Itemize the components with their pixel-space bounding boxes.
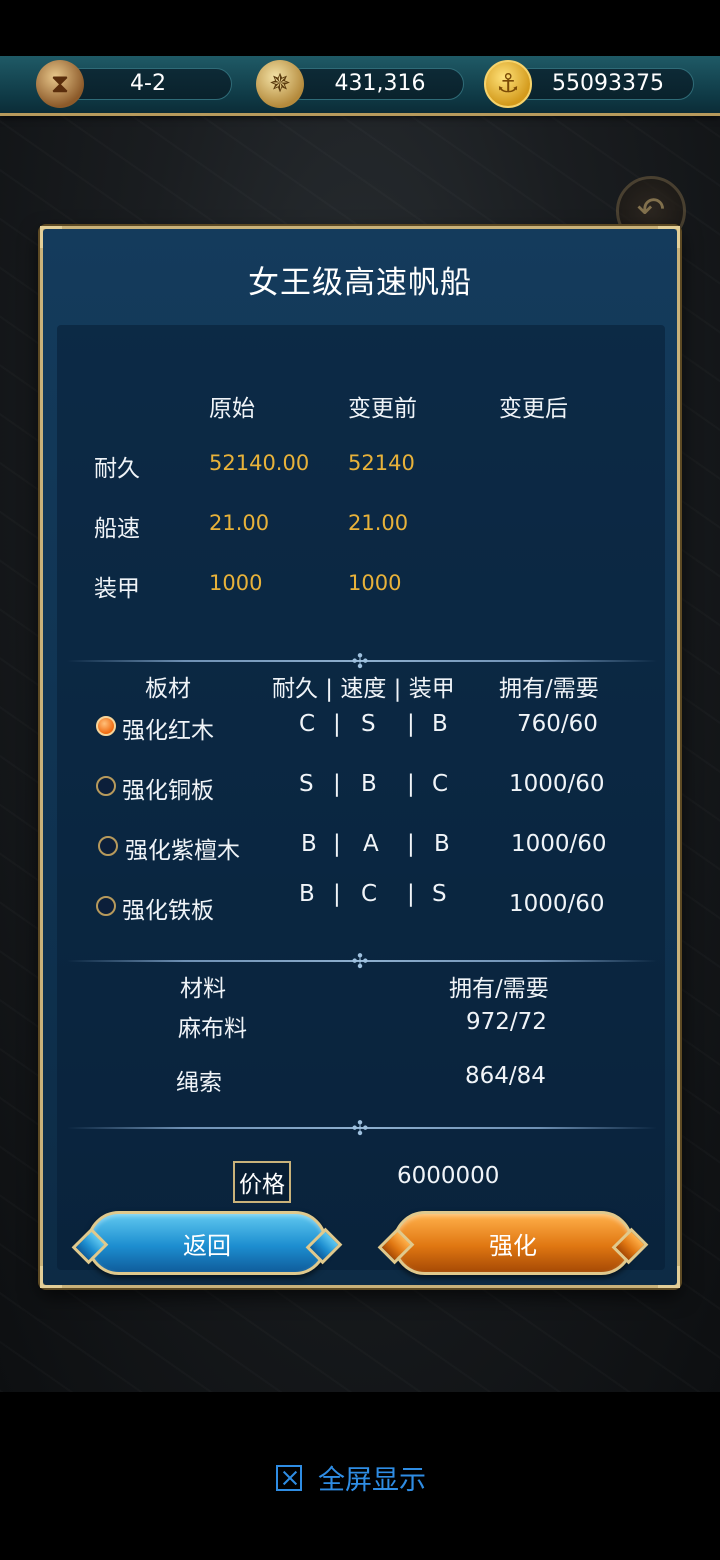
board-radio-rosewood[interactable]: [98, 836, 118, 856]
divider-ornament-icon: ✣: [351, 1116, 369, 1140]
grade-separator: |: [333, 881, 341, 907]
board-grade-speed: S: [361, 711, 376, 737]
fullscreen-icon: [276, 1464, 302, 1491]
grade-separator: |: [407, 881, 415, 907]
stat-speed-original: 21.00: [209, 511, 270, 535]
board-own-need: 1000/60: [509, 891, 605, 917]
gold-value: 55093375: [552, 71, 664, 96]
stats-header-original: 原始: [209, 396, 255, 422]
board-grade-armor: B: [432, 711, 448, 737]
board-name: 强化紫檀木: [125, 838, 240, 864]
board-name: 强化铁板: [122, 898, 214, 924]
divider-ornament-icon: ✣: [351, 649, 369, 673]
grade-separator: |: [333, 771, 341, 797]
price-value: 6000000: [397, 1163, 500, 1189]
stat-speed-before: 21.00: [348, 511, 409, 535]
board-grade-armor: S: [432, 881, 447, 907]
board-radio-copper[interactable]: [96, 776, 116, 796]
board-own-need: 760/60: [517, 711, 598, 737]
grade-separator: |: [407, 771, 415, 797]
stat-durability-before: 52140: [348, 451, 415, 475]
frame-corner: [40, 226, 62, 248]
divider-ornament-icon: ✣: [351, 949, 369, 973]
board-grade-durability: S: [299, 771, 314, 797]
anchor-coin-icon: ⚓: [484, 60, 532, 108]
status-bar: [0, 0, 720, 56]
compass-pill: 431,316: [286, 68, 464, 100]
board-grade-armor: C: [432, 771, 449, 797]
stat-label-speed: 船速: [94, 516, 140, 542]
grade-separator: |: [407, 831, 415, 857]
board-name: 强化铜板: [122, 778, 214, 804]
board-own-need: 1000/60: [509, 771, 605, 797]
material-own-need: 972/72: [466, 1009, 547, 1035]
frame-corner: [658, 226, 680, 248]
board-grade-durability: B: [301, 831, 317, 857]
boards-header-name: 板材: [145, 676, 191, 702]
board-grade-speed: C: [361, 881, 378, 907]
fullscreen-label: 全屏显示: [318, 1465, 426, 1496]
material-own-need: 864/84: [465, 1063, 546, 1089]
board-grade-durability: C: [299, 711, 316, 737]
board-radio-redwood[interactable]: [96, 716, 116, 736]
board-grade-speed: B: [361, 771, 377, 797]
hourglass-icon: ⧗: [36, 60, 84, 108]
stat-durability-original: 52140.00: [209, 451, 310, 475]
bottom-bar: 全屏显示: [0, 1392, 720, 1560]
fullscreen-button[interactable]: 全屏显示: [276, 1458, 426, 1497]
boards-header-own-need: 拥有/需要: [499, 676, 599, 702]
price-label: 价格: [233, 1161, 291, 1203]
material-name: 麻布料: [178, 1016, 247, 1042]
boards-header-attrs: 耐久 | 速度 | 装甲: [272, 676, 455, 702]
game-viewport: 4-2 ⧗ 431,316 ✵ 55093375 ⚓ ↶ 女王级高速帆船 原始 …: [0, 56, 720, 1392]
material-name: 绳索: [176, 1070, 222, 1096]
back-button-label: 返回: [183, 1231, 231, 1260]
back-button[interactable]: 返回: [87, 1211, 327, 1275]
board-own-need: 1000/60: [511, 831, 607, 857]
stats-header-after: 变更后: [499, 396, 568, 422]
level-pill: 4-2: [64, 68, 232, 100]
stats-header-before: 变更前: [348, 396, 417, 422]
compass-icon: ✵: [256, 60, 304, 108]
materials-header-name: 材料: [180, 976, 226, 1002]
level-value: 4-2: [130, 71, 166, 96]
enhance-button-label: 强化: [489, 1231, 537, 1260]
board-grade-speed: A: [363, 831, 379, 857]
resource-bar: 4-2 ⧗ 431,316 ✵ 55093375 ⚓: [0, 56, 720, 116]
compass-value: 431,316: [334, 71, 426, 96]
stat-armor-original: 1000: [209, 571, 263, 595]
board-grade-armor: B: [434, 831, 450, 857]
dialog-title: 女王级高速帆船: [248, 265, 472, 301]
enhance-button[interactable]: 强化: [393, 1211, 633, 1275]
enhance-dialog: 女王级高速帆船 原始 变更前 变更后 耐久 52140.00 52140 船速 …: [40, 226, 680, 1288]
grade-separator: |: [333, 831, 341, 857]
grade-separator: |: [407, 711, 415, 737]
materials-header-own-need: 拥有/需要: [449, 976, 549, 1002]
board-grade-durability: B: [299, 881, 315, 907]
gold-pill: 55093375: [514, 68, 694, 100]
board-name: 强化红木: [122, 718, 214, 744]
board-radio-iron[interactable]: [96, 896, 116, 916]
grade-separator: |: [333, 711, 341, 737]
stat-label-durability: 耐久: [94, 456, 140, 482]
stat-armor-before: 1000: [348, 571, 402, 595]
stat-label-armor: 装甲: [94, 576, 140, 602]
